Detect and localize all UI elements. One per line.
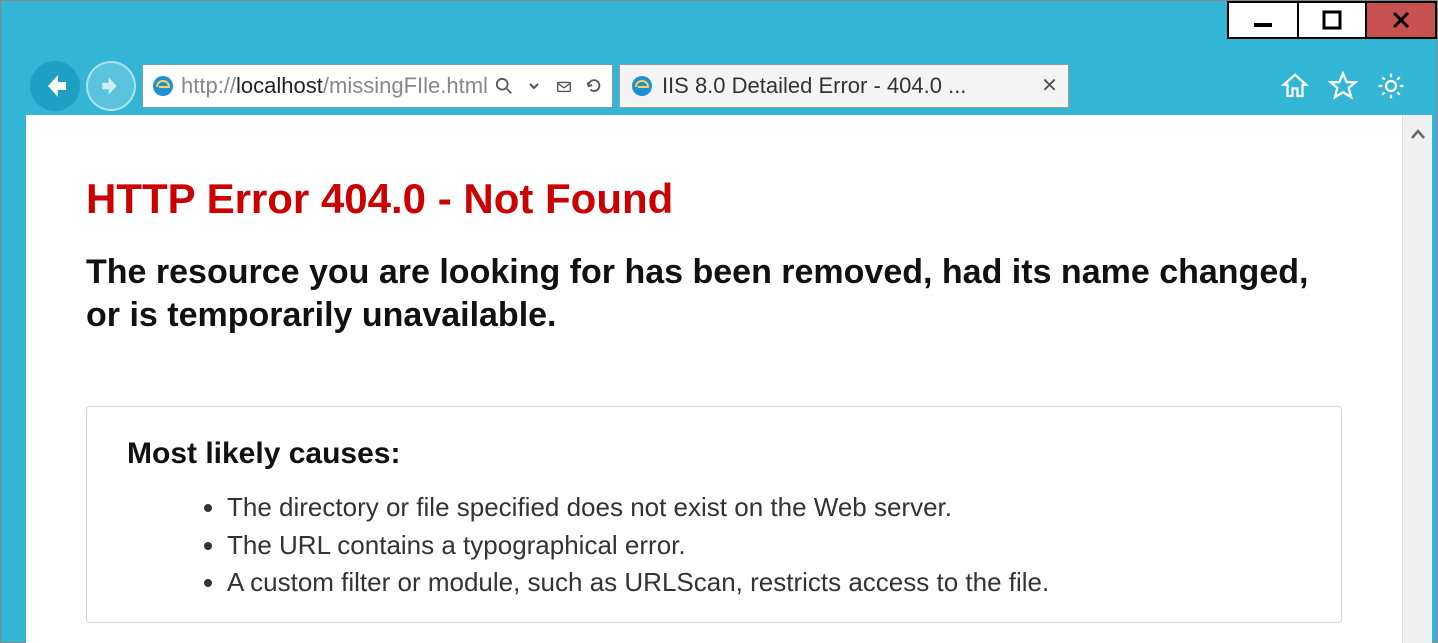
favorites-button[interactable] bbox=[1326, 69, 1360, 103]
error-subheading: The resource you are looking for has bee… bbox=[86, 251, 1342, 336]
window-titlebar bbox=[1, 1, 1437, 51]
close-icon bbox=[1390, 9, 1412, 31]
scroll-up-icon[interactable] bbox=[1409, 123, 1427, 151]
url-host: localhost bbox=[236, 73, 323, 98]
list-item: The directory or file specified does not… bbox=[227, 489, 1301, 527]
list-item: The URL contains a typographical error. bbox=[227, 527, 1301, 565]
browser-tab[interactable]: IIS 8.0 Detailed Error - 404.0 ... ✕ bbox=[619, 64, 1069, 108]
nav-forward-button[interactable] bbox=[86, 61, 136, 111]
ie-logo-icon bbox=[151, 74, 175, 98]
home-icon bbox=[1280, 71, 1310, 101]
url-path: /missingFIle.html bbox=[323, 73, 488, 98]
page-content: HTTP Error 404.0 - Not Found The resourc… bbox=[26, 115, 1402, 643]
url-text: http://localhost/missingFIle.html bbox=[181, 73, 488, 99]
error-heading: HTTP Error 404.0 - Not Found bbox=[86, 175, 1342, 223]
arrow-left-icon bbox=[40, 71, 70, 101]
tab-title: IIS 8.0 Detailed Error - 404.0 ... bbox=[662, 73, 1033, 99]
search-icon[interactable] bbox=[494, 76, 514, 96]
home-button[interactable] bbox=[1278, 69, 1312, 103]
ie-logo-icon bbox=[630, 74, 654, 98]
address-bar-icons bbox=[494, 76, 604, 96]
vertical-scrollbar[interactable] bbox=[1402, 115, 1432, 643]
toolbar-right bbox=[1278, 69, 1408, 103]
window-minimize-button[interactable] bbox=[1227, 1, 1297, 39]
dropdown-icon[interactable] bbox=[524, 76, 544, 96]
window-close-button[interactable] bbox=[1367, 1, 1437, 39]
refresh-icon[interactable] bbox=[584, 76, 604, 96]
tools-button[interactable] bbox=[1374, 69, 1408, 103]
causes-box: Most likely causes: The directory or fil… bbox=[86, 406, 1342, 623]
gear-icon bbox=[1376, 71, 1406, 101]
star-icon bbox=[1328, 71, 1358, 101]
url-prefix: http:// bbox=[181, 73, 236, 98]
window-maximize-button[interactable] bbox=[1297, 1, 1367, 39]
browser-nav-row: http://localhost/missingFIle.html IIS 8.… bbox=[30, 58, 1408, 113]
list-item: A custom filter or module, such as URLSc… bbox=[227, 564, 1301, 602]
causes-heading: Most likely causes: bbox=[127, 437, 1301, 471]
page-viewport: HTTP Error 404.0 - Not Found The resourc… bbox=[26, 115, 1432, 643]
browser-window: http://localhost/missingFIle.html IIS 8.… bbox=[1, 1, 1437, 642]
minimize-icon bbox=[1252, 9, 1274, 31]
tab-close-button[interactable]: ✕ bbox=[1041, 73, 1058, 98]
nav-back-button[interactable] bbox=[30, 61, 80, 111]
maximize-icon bbox=[1321, 9, 1343, 31]
causes-list: The directory or file specified does not… bbox=[127, 489, 1301, 602]
arrow-right-icon bbox=[99, 74, 123, 98]
compatibility-icon[interactable] bbox=[554, 76, 574, 96]
address-bar[interactable]: http://localhost/missingFIle.html bbox=[142, 64, 613, 108]
